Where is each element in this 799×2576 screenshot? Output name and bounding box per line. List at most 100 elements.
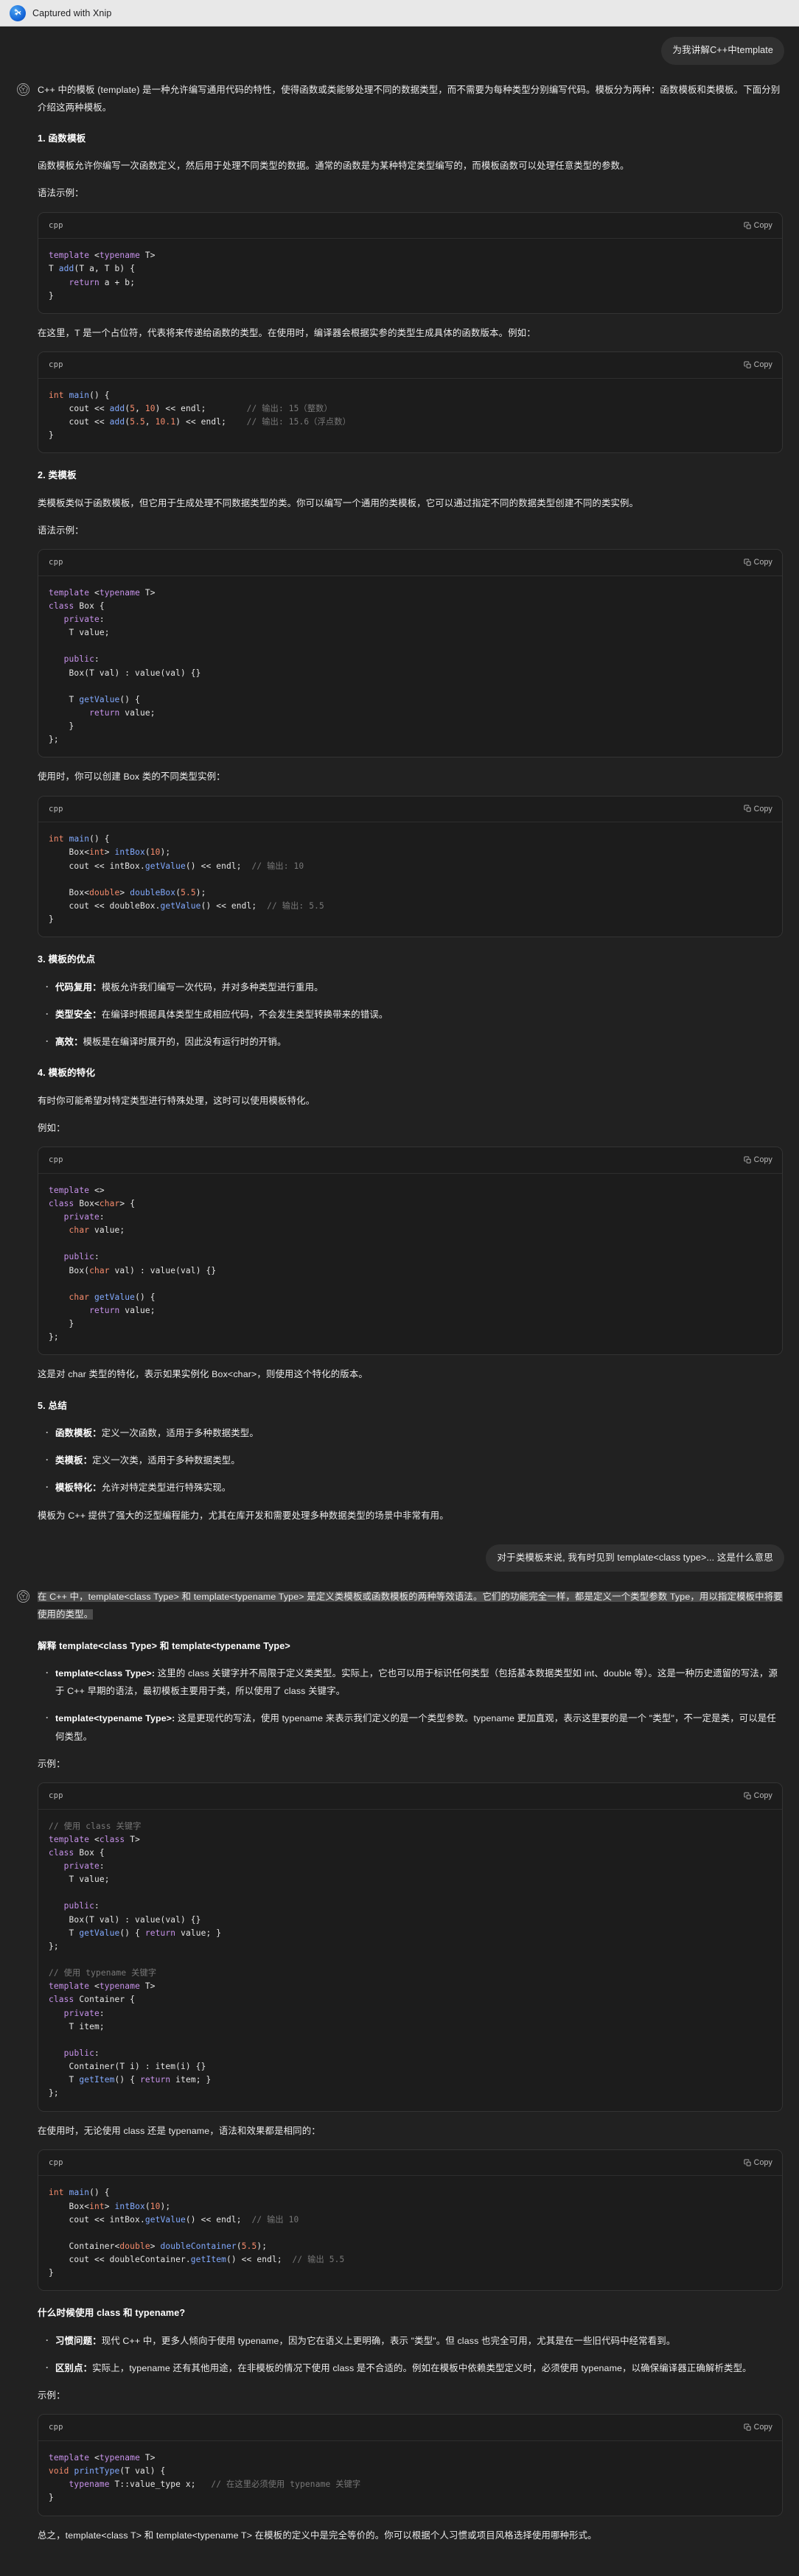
bullet-list: 习惯问题：现代 C++ 中，更多人倾向于使用 typename，因为它在语义上更…	[38, 2331, 783, 2377]
copy-icon	[744, 2423, 752, 2432]
xnip-titlebar: Captured with Xnip	[0, 0, 799, 27]
section-heading: 2. 类模板	[38, 470, 77, 481]
paragraph: 类模板类似于函数模板，但它用于生成处理不同数据类型的类。你可以编写一个通用的类模…	[38, 497, 639, 508]
paragraph: 在使用时，无论使用 class 还是 typename，语法和效果都是相同的：	[38, 2125, 321, 2136]
code-content: template <typename T> T add(T a, T b) { …	[38, 239, 782, 313]
copy-code-button[interactable]: Copy	[744, 2155, 772, 2171]
copy-button-label: Copy	[753, 360, 772, 370]
chat-conversation: 为我讲解C++中template C++ 中的模板 (template) 是一种允…	[0, 27, 799, 2576]
copy-code-button[interactable]: Copy	[744, 555, 772, 570]
list-item: 函数模板：定义一次函数，适用于多种数据类型。	[46, 1424, 783, 1442]
paragraph: 语法示例：	[38, 188, 84, 199]
section-heading: 3. 模板的优点	[38, 954, 96, 965]
code-content: template <typename T> void printType(T v…	[38, 2440, 782, 2516]
assistant-message-body: 在 C++ 中，template<class Type> 和 template<…	[38, 1588, 783, 2554]
section-heading: 解释 template<class Type> 和 template<typen…	[38, 1640, 290, 1651]
code-block-header: cpp Copy	[38, 352, 782, 379]
code-content: int main() { cout << add(5, 10) << endl;…	[38, 378, 782, 453]
copy-button-label: Copy	[753, 1791, 772, 1800]
paragraph: 在 C++ 中，template<class Type> 和 template<…	[38, 1588, 783, 1623]
code-block-header: cpp Copy	[38, 2149, 782, 2177]
xnip-scissors-icon	[10, 4, 26, 21]
copy-button-label: Copy	[753, 2157, 772, 2167]
copy-code-button[interactable]: Copy	[744, 802, 772, 817]
list-item-term: 类型安全：	[55, 1009, 102, 1020]
list-item-term: template<class Type>:	[55, 1667, 156, 1679]
paragraph: 函数模板允许你编写一次函数定义，然后用于处理不同类型的数据。通常的函数是为某种特…	[38, 161, 629, 172]
list-item-text: 定义一次函数，适用于多种数据类型。	[101, 1427, 259, 1438]
assistant-message-row: C++ 中的模板 (template) 是一种允许编写通用代码的特性，使得函数或…	[0, 65, 799, 1534]
paragraph: C++ 中的模板 (template) 是一种允许编写通用代码的特性，使得函数或…	[38, 84, 781, 113]
section-heading: 什么时候使用 class 和 typename?	[38, 2308, 186, 2319]
list-item: 模板特化：允许对特定类型进行特殊实现。	[46, 1478, 783, 1497]
list-item-text: 这里的 class 关键字并不局限于定义类类型。实际上，它也可以用于标识任何类型…	[55, 1667, 778, 1697]
user-message-row: 对于类模板来说, 我有时见到 template<class type>... 这…	[0, 1534, 799, 1572]
copy-button-label: Copy	[753, 1155, 772, 1164]
section-heading: 5. 总结	[38, 1400, 67, 1411]
code-block: cpp Copy int main() { cout << add(5, 10) <…	[38, 351, 783, 454]
list-item-term: 区别点：	[55, 2362, 93, 2373]
list-item-text: 在编译时根据具体类型生成相应代码，不会发生类型转换带来的错误。	[101, 1009, 388, 1020]
xnip-app-label: Captured with Xnip	[32, 7, 112, 18]
list-item: 类型安全：在编译时根据具体类型生成相应代码，不会发生类型转换带来的错误。	[46, 1005, 783, 1023]
copy-icon	[744, 559, 752, 567]
list-item: 区别点：实际上，typename 还有其他用途，在非模板的情况下使用 class…	[46, 2359, 783, 2377]
copy-icon	[744, 361, 752, 369]
assistant-message-row: 在 C++ 中，template<class Type> 和 template<…	[0, 1572, 799, 2554]
list-item: 习惯问题：现代 C++ 中，更多人倾向于使用 typename，因为它在语义上更…	[46, 2331, 783, 2350]
list-item-text: 模板是在编译时展开的，因此没有运行时的开销。	[83, 1037, 287, 1048]
list-item: 高效：模板是在编译时展开的，因此没有运行时的开销。	[46, 1032, 783, 1051]
user-message-row: 为我讲解C++中template	[0, 27, 799, 65]
code-language-label: cpp	[49, 2157, 63, 2167]
code-block: cpp Copy int main() { Box<int> intBox(10);…	[38, 795, 783, 938]
code-content: template <typename T> class Box { privat…	[38, 575, 782, 757]
code-block: cpp Copy template <> class Box<char> { pri…	[38, 1147, 783, 1356]
paragraph: 例如：	[38, 1122, 66, 1133]
paragraph: 语法示例：	[38, 525, 84, 536]
list-item-term: 函数模板：	[55, 1427, 102, 1438]
paragraph: 总之，template<class T> 和 template<typename…	[38, 2530, 597, 2541]
paragraph: 示例：	[38, 2390, 66, 2401]
list-item-term: template<typename Type>:	[55, 1713, 175, 1724]
code-block-header: cpp Copy	[38, 550, 782, 576]
section-heading: 4. 模板的特化	[38, 1068, 96, 1079]
list-item-term: 类模板：	[55, 1455, 93, 1466]
list-item: 代码复用：模板允许我们编写一次代码，并对多种类型进行重用。	[46, 978, 783, 996]
paragraph: 有时你可能希望对特定类型进行特殊处理，这时可以使用模板特化。	[38, 1095, 315, 1106]
code-block: cpp Copy template <typename T> void printT…	[38, 2414, 783, 2516]
code-language-label: cpp	[49, 2423, 63, 2432]
selected-text: 在 C++ 中，template<class Type> 和 template<…	[38, 1592, 783, 1620]
code-language-label: cpp	[49, 360, 63, 370]
code-block-header: cpp Copy	[38, 796, 782, 823]
code-language-label: cpp	[49, 1791, 63, 1800]
copy-code-button[interactable]: Copy	[744, 2420, 772, 2435]
list-item-text: 模板允许我们编写一次代码，并对多种类型进行重用。	[101, 981, 324, 993]
copy-code-button[interactable]: Copy	[744, 1152, 772, 1168]
list-item-term: 习惯问题：	[55, 2335, 102, 2346]
code-block-header: cpp Copy	[38, 212, 782, 239]
copy-code-button[interactable]: Copy	[744, 1788, 772, 1804]
list-item-term: 高效：	[55, 1037, 83, 1048]
list-item-text: 定义一次类，适用于多种数据类型。	[92, 1455, 240, 1466]
list-item-term: 代码复用：	[55, 981, 102, 993]
copy-code-button[interactable]: Copy	[744, 357, 772, 373]
list-item: 类模板：定义一次类，适用于多种数据类型。	[46, 1451, 783, 1469]
user-message-bubble[interactable]: 为我讲解C++中template	[661, 37, 784, 65]
code-content: int main() { Box<int> intBox(10); cout <…	[38, 822, 782, 937]
copy-icon	[744, 2159, 752, 2167]
copy-icon	[744, 1792, 752, 1800]
copy-button-label: Copy	[753, 804, 772, 813]
copy-button-label: Copy	[753, 558, 772, 567]
bullet-list: 函数模板：定义一次函数，适用于多种数据类型。类模板：定义一次类，适用于多种数据类…	[38, 1424, 783, 1497]
paragraph: 使用时，你可以创建 Box 类的不同类型实例：	[38, 771, 226, 783]
copy-code-button[interactable]: Copy	[744, 218, 772, 234]
user-message-bubble[interactable]: 对于类模板来说, 我有时见到 template<class type>... 这…	[486, 1544, 784, 1572]
code-content: // 使用 class 关键字 template <class T> class…	[38, 1809, 782, 2111]
code-content: int main() { Box<int> intBox(10); cout <…	[38, 2176, 782, 2291]
code-block: cpp Copy template <typename T> T add(T a, …	[38, 211, 783, 314]
chatgpt-logo-icon	[16, 83, 30, 97]
code-language-label: cpp	[49, 558, 63, 567]
list-item-text: 实际上，typename 还有其他用途，在非模板的情况下使用 class 是不合…	[92, 2362, 752, 2373]
bullet-list: template<class Type>: 这里的 class 关键字并不局限于…	[38, 1664, 783, 1746]
code-block: cpp Copy template <typename T> class Box {…	[38, 549, 783, 758]
